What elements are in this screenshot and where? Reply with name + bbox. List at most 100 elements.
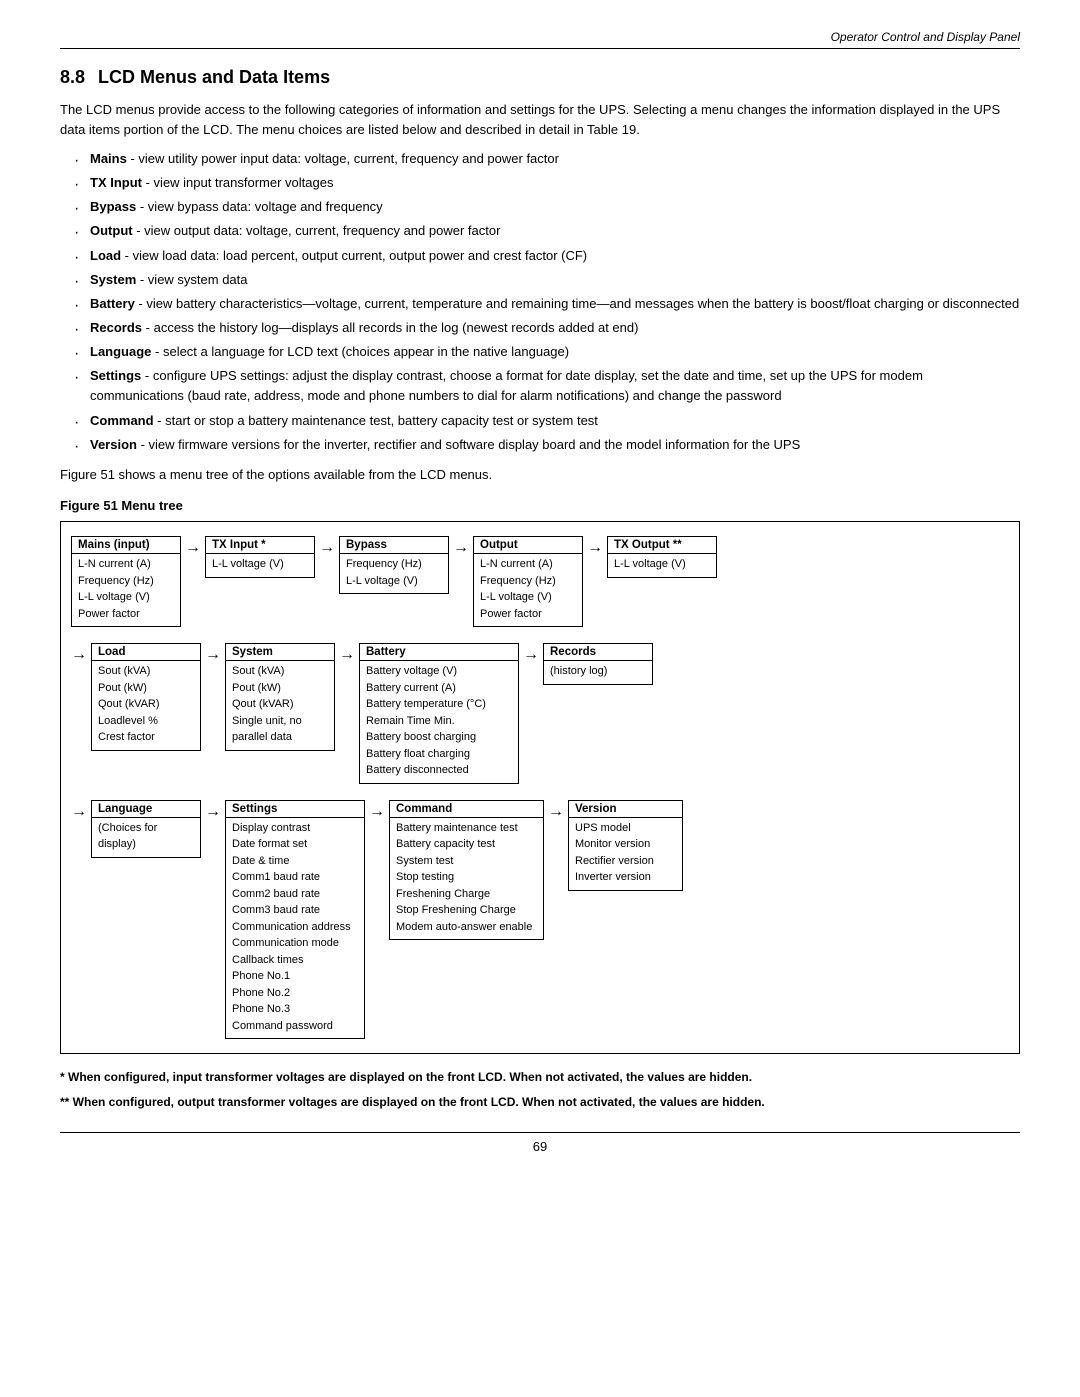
node-records-header: Records xyxy=(544,644,652,661)
list-item: Load - view load data: load percent, out… xyxy=(80,246,1020,266)
item-text: - view output data: voltage, current, fr… xyxy=(133,223,501,238)
term: Settings xyxy=(90,368,141,383)
item-text: - view input transformer voltages xyxy=(142,175,333,190)
node-load-header: Load xyxy=(92,644,200,661)
item-text: - view firmware versions for the inverte… xyxy=(137,437,800,452)
node-records-body: (history log) xyxy=(544,661,652,684)
arrow-9 xyxy=(369,800,385,821)
menu-tree-diagram: Mains (input) L-N current (A)Frequency (… xyxy=(60,521,1020,1054)
list-item: TX Input - view input transformer voltag… xyxy=(80,173,1020,193)
page-number: 69 xyxy=(60,1132,1020,1154)
arrow-5 xyxy=(205,643,221,664)
list-item: System - view system data xyxy=(80,270,1020,290)
node-tx-output: TX Output ** L-L voltage (V) xyxy=(607,536,717,578)
node-tx-output-header: TX Output ** xyxy=(608,537,716,554)
figure-intro: Figure 51 shows a menu tree of the optio… xyxy=(60,465,1020,485)
term: Records xyxy=(90,320,142,335)
node-tx-output-body: L-L voltage (V) xyxy=(608,554,716,577)
arrow-10 xyxy=(548,800,564,821)
item-text: - view system data xyxy=(136,272,247,287)
term: Mains xyxy=(90,151,127,166)
header-text: Operator Control and Display Panel xyxy=(831,30,1020,44)
feature-list: Mains - view utility power input data: v… xyxy=(80,149,1020,455)
figure-caption: Figure 51 Menu tree xyxy=(60,498,1020,513)
node-language-body: (Choices fordisplay) xyxy=(92,818,200,857)
term: Language xyxy=(90,344,151,359)
item-text: - start or stop a battery maintenance te… xyxy=(154,413,598,428)
node-system-header: System xyxy=(226,644,334,661)
node-command: Command Battery maintenance testBattery … xyxy=(389,800,544,941)
arrow-1 xyxy=(185,536,201,557)
node-battery-body: Battery voltage (V)Battery current (A)Ba… xyxy=(360,661,518,783)
term: Battery xyxy=(90,296,135,311)
list-item: Bypass - view bypass data: voltage and f… xyxy=(80,197,1020,217)
node-bypass-header: Bypass xyxy=(340,537,448,554)
arrow-6 xyxy=(339,643,355,664)
arrow-8 xyxy=(205,800,221,821)
item-text: - view battery characteristics—voltage, … xyxy=(135,296,1019,311)
node-language: Language (Choices fordisplay) xyxy=(91,800,201,858)
term: Bypass xyxy=(90,199,136,214)
node-tx-input-body: L-L voltage (V) xyxy=(206,554,314,577)
item-text: - view bypass data: voltage and frequenc… xyxy=(136,199,382,214)
tree-row-1: Mains (input) L-N current (A)Frequency (… xyxy=(71,536,1009,627)
node-version: Version UPS modelMonitor versionRectifie… xyxy=(568,800,683,891)
term: TX Input xyxy=(90,175,142,190)
node-mains-input: Mains (input) L-N current (A)Frequency (… xyxy=(71,536,181,627)
node-system-body: Sout (kVA)Pout (kW)Qout (kVAR)Single uni… xyxy=(226,661,334,750)
node-command-body: Battery maintenance testBattery capacity… xyxy=(390,818,543,940)
page-header: Operator Control and Display Panel xyxy=(60,30,1020,49)
term: Load xyxy=(90,248,121,263)
list-item: Version - view firmware versions for the… xyxy=(80,435,1020,455)
node-output-body: L-N current (A)Frequency (Hz)L-L voltage… xyxy=(474,554,582,626)
item-text: - view load data: load percent, output c… xyxy=(121,248,587,263)
node-bypass: Bypass Frequency (Hz)L-L voltage (V) xyxy=(339,536,449,594)
section-title: 8.8 LCD Menus and Data Items xyxy=(60,67,1020,88)
node-command-header: Command xyxy=(390,801,543,818)
arrow-2 xyxy=(319,536,335,557)
item-text: - access the history log—displays all re… xyxy=(142,320,638,335)
node-language-header: Language xyxy=(92,801,200,818)
footnote-star1: * When configured, input transformer vol… xyxy=(60,1068,1020,1087)
list-item: Records - access the history log—display… xyxy=(80,318,1020,338)
list-item: Output - view output data: voltage, curr… xyxy=(80,221,1020,241)
list-item: Mains - view utility power input data: v… xyxy=(80,149,1020,169)
row2-start-arrow xyxy=(71,643,87,664)
tree-row-2: Load Sout (kVA)Pout (kW)Qout (kVAR)Loadl… xyxy=(71,643,1009,784)
section-number: 8.8 xyxy=(60,67,85,87)
intro-paragraph: The LCD menus provide access to the foll… xyxy=(60,100,1020,139)
term: Output xyxy=(90,223,133,238)
node-settings-header: Settings xyxy=(226,801,364,818)
node-system: System Sout (kVA)Pout (kW)Qout (kVAR)Sin… xyxy=(225,643,335,751)
node-output-header: Output xyxy=(474,537,582,554)
arrow-7 xyxy=(523,643,539,664)
tree-row-3: Language (Choices fordisplay) Settings D… xyxy=(71,800,1009,1040)
item-text: - view utility power input data: voltage… xyxy=(127,151,559,166)
term: Command xyxy=(90,413,154,428)
node-output: Output L-N current (A)Frequency (Hz)L-L … xyxy=(473,536,583,627)
node-bypass-body: Frequency (Hz)L-L voltage (V) xyxy=(340,554,448,593)
item-text: - configure UPS settings: adjust the dis… xyxy=(90,368,923,403)
node-records: Records (history log) xyxy=(543,643,653,685)
node-settings: Settings Display contrastDate format set… xyxy=(225,800,365,1040)
list-item: Battery - view battery characteristics—v… xyxy=(80,294,1020,314)
term: System xyxy=(90,272,136,287)
node-load-body: Sout (kVA)Pout (kW)Qout (kVAR)Loadlevel … xyxy=(92,661,200,750)
node-tx-input: TX Input * L-L voltage (V) xyxy=(205,536,315,578)
node-load: Load Sout (kVA)Pout (kW)Qout (kVAR)Loadl… xyxy=(91,643,201,751)
node-mains-header: Mains (input) xyxy=(72,537,180,554)
footnotes: * When configured, input transformer vol… xyxy=(60,1068,1020,1111)
item-text: - select a language for LCD text (choice… xyxy=(151,344,569,359)
list-item: Settings - configure UPS settings: adjus… xyxy=(80,366,1020,406)
node-battery-header: Battery xyxy=(360,644,518,661)
node-settings-body: Display contrastDate format setDate & ti… xyxy=(226,818,364,1039)
section-name: LCD Menus and Data Items xyxy=(98,67,330,87)
list-item: Command - start or stop a battery mainte… xyxy=(80,411,1020,431)
node-tx-input-header: TX Input * xyxy=(206,537,314,554)
node-version-body: UPS modelMonitor versionRectifier versio… xyxy=(569,818,682,890)
node-version-header: Version xyxy=(569,801,682,818)
footnote-star2: ** When configured, output transformer v… xyxy=(60,1093,1020,1112)
row3-start-arrow xyxy=(71,800,87,821)
list-item: Language - select a language for LCD tex… xyxy=(80,342,1020,362)
node-mains-body: L-N current (A)Frequency (Hz)L-L voltage… xyxy=(72,554,180,626)
